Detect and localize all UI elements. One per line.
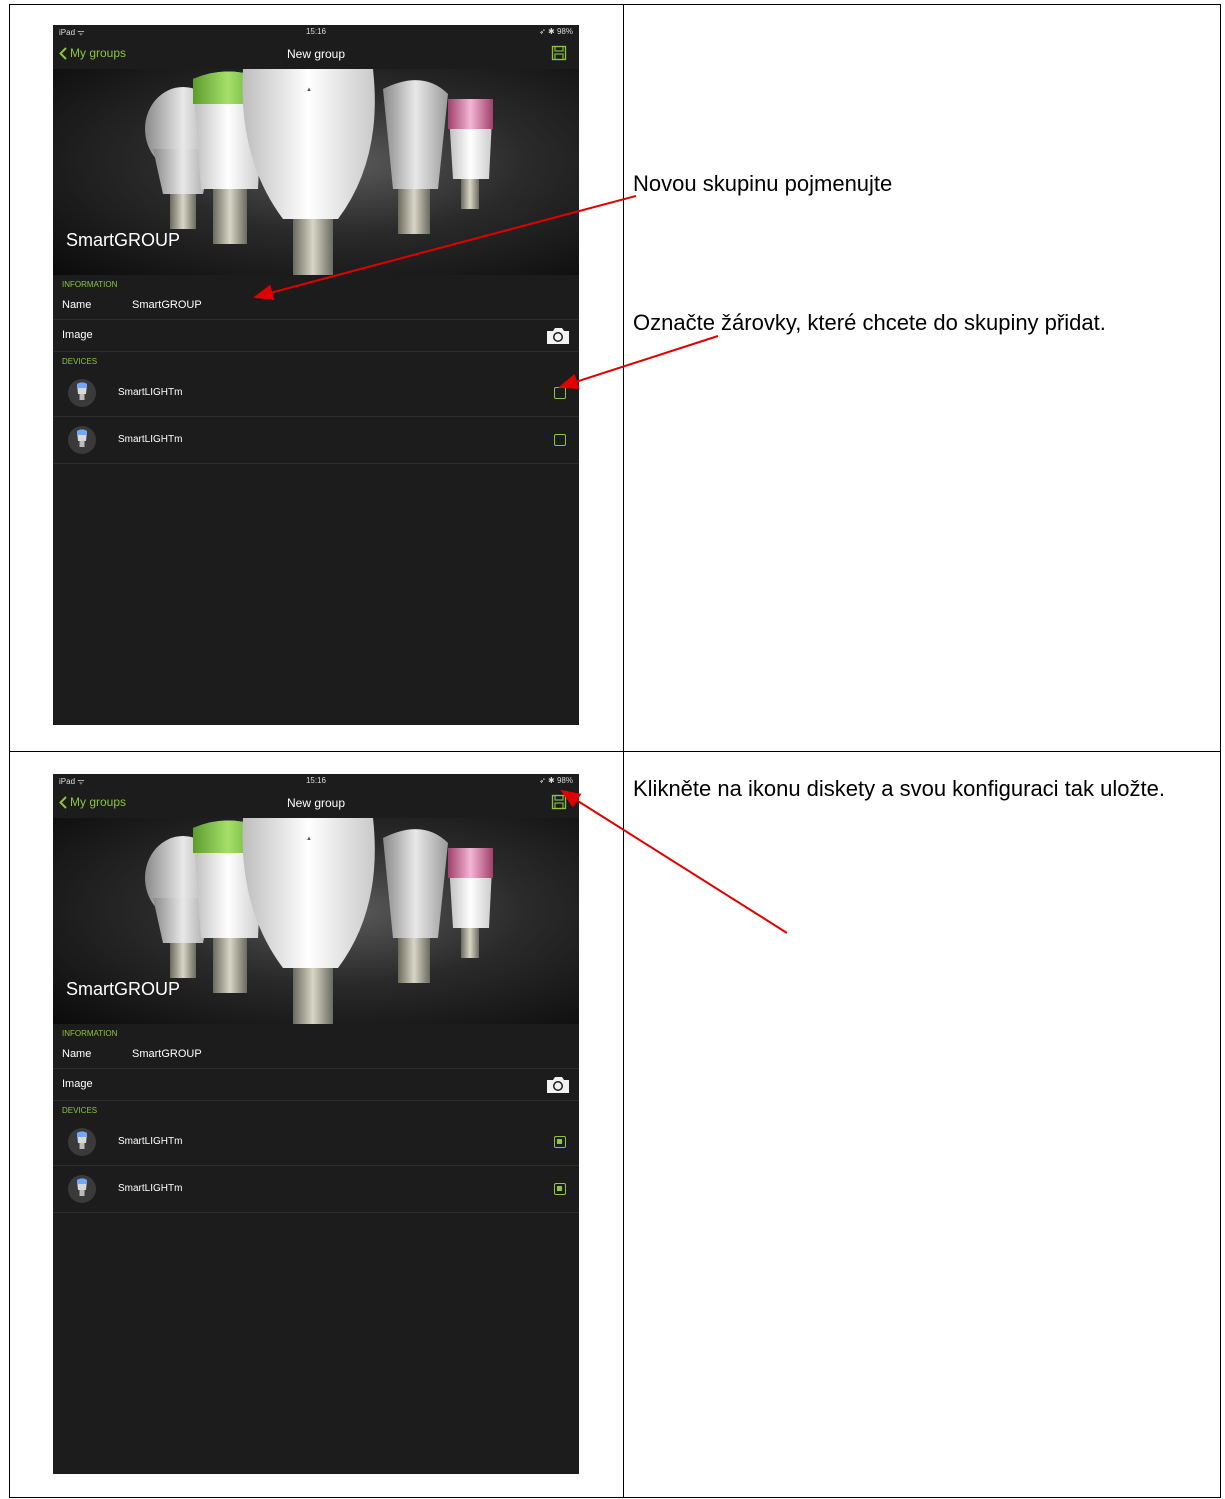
nav-title: New group xyxy=(286,47,346,61)
bulb-icon xyxy=(68,379,96,407)
clock-label: 15:16 xyxy=(305,776,327,785)
image-row[interactable]: Image xyxy=(53,320,579,352)
device-checkbox[interactable] xyxy=(554,1183,566,1195)
nav-title: New group xyxy=(286,796,346,810)
image-label: Image xyxy=(62,329,93,341)
name-field[interactable]: SmartGROUP xyxy=(132,1048,202,1060)
caption-select-bulbs: Označte žárovky, které chcete do skupiny… xyxy=(633,310,1106,335)
ipad-screenshot-2: iPad ᯤ 15:16 ➶ ✱ 98% My groups New group xyxy=(53,774,579,1474)
device-row[interactable]: SmartLIGHTm xyxy=(53,1119,579,1166)
bulb-icon xyxy=(68,426,96,454)
name-field[interactable]: SmartGROUP xyxy=(132,299,202,311)
step2-caption-cell: Klikněte na ikonu diskety a svou konfigu… xyxy=(623,751,1221,1498)
nav-bar: My groups New group xyxy=(53,788,579,818)
battery-label: ➶ ✱ 98% xyxy=(539,27,573,36)
svg-text:▲: ▲ xyxy=(306,87,312,93)
device-row[interactable]: SmartLIGHTm xyxy=(53,417,579,464)
information-header: INFORMATION xyxy=(62,280,118,289)
clock-label: 15:16 xyxy=(305,27,327,36)
name-row[interactable]: Name SmartGROUP xyxy=(53,293,579,320)
device-checkbox[interactable] xyxy=(554,434,566,446)
svg-text:▲: ▲ xyxy=(306,836,312,842)
information-header: INFORMATION xyxy=(62,1029,118,1038)
bulb-icon xyxy=(68,1175,96,1203)
hero-title: SmartGROUP xyxy=(66,979,181,999)
step2-screenshot-cell: iPad ᯤ 15:16 ➶ ✱ 98% My groups New group xyxy=(9,751,624,1498)
floppy-disk-icon[interactable] xyxy=(551,794,567,810)
nav-bar: My groups New group xyxy=(53,39,579,69)
image-row[interactable]: Image xyxy=(53,1069,579,1101)
hero-title: SmartGROUP xyxy=(66,230,181,250)
device-name: SmartLIGHTm xyxy=(118,387,183,398)
camera-icon[interactable] xyxy=(545,1075,571,1095)
device-checkbox[interactable] xyxy=(554,387,566,399)
status-bar: iPad ᯤ 15:16 ➶ ✱ 98% xyxy=(53,774,579,788)
device-row[interactable]: SmartLIGHTm xyxy=(53,1166,579,1213)
step1-screenshot-cell: iPad ᯤ 15:16 ➶ ✱ 98% My groups New group xyxy=(9,4,624,752)
camera-icon[interactable] xyxy=(545,326,571,346)
device-name: SmartLIGHTm xyxy=(118,1136,183,1147)
hero-image: ▲ SmartGROUP xyxy=(53,69,579,275)
bulb-icon xyxy=(68,1128,96,1156)
image-label: Image xyxy=(62,1078,93,1090)
devices-header: DEVICES xyxy=(62,357,98,366)
name-row[interactable]: Name SmartGROUP xyxy=(53,1042,579,1069)
name-label: Name xyxy=(62,1048,92,1060)
floppy-disk-icon[interactable] xyxy=(551,45,567,61)
caption-name-group: Novou skupinu pojmenujte xyxy=(633,171,893,196)
step1-caption-cell: Novou skupinu pojmenujte Označte žárovky… xyxy=(623,4,1221,752)
device-name: SmartLIGHTm xyxy=(118,1183,183,1194)
devices-header: DEVICES xyxy=(62,1106,98,1115)
status-bar: iPad ᯤ 15:16 ➶ ✱ 98% xyxy=(53,25,579,39)
caption-save: Klikněte na ikonu diskety a svou konfigu… xyxy=(633,776,1165,801)
ipad-screenshot-1: iPad ᯤ 15:16 ➶ ✱ 98% My groups New group xyxy=(53,25,579,725)
device-name: SmartLIGHTm xyxy=(118,434,183,445)
instruction-table: iPad ᯤ 15:16 ➶ ✱ 98% My groups New group xyxy=(9,4,1221,1498)
hero-image: ▲ SmartGROUP xyxy=(53,818,579,1024)
device-checkbox[interactable] xyxy=(554,1136,566,1148)
name-label: Name xyxy=(62,299,92,311)
device-row[interactable]: SmartLIGHTm xyxy=(53,370,579,417)
battery-label: ➶ ✱ 98% xyxy=(539,776,573,785)
